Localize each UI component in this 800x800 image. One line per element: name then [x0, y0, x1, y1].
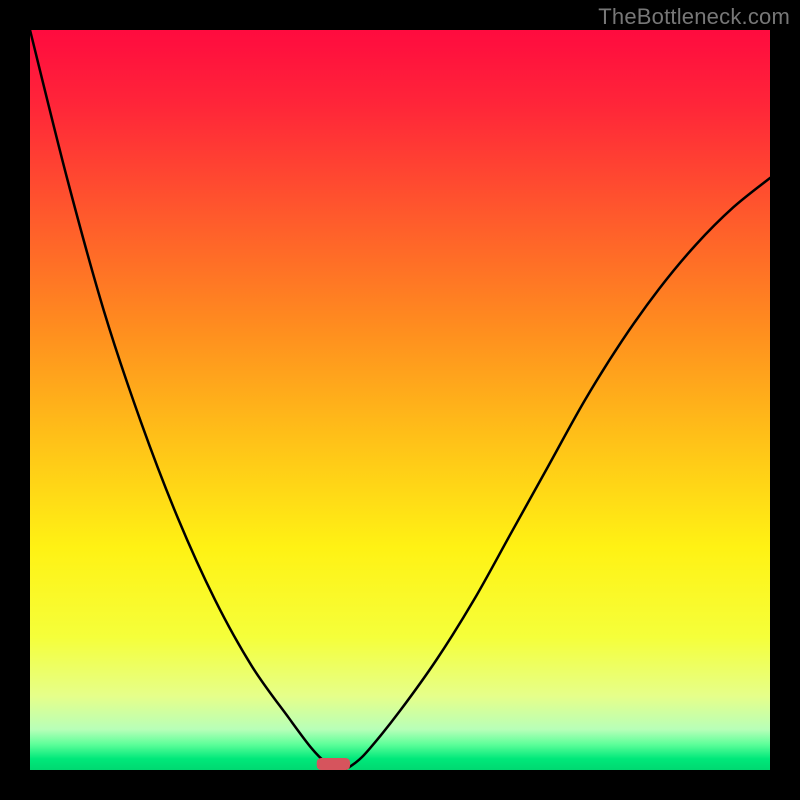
optimal-marker: [317, 758, 350, 770]
watermark-text: TheBottleneck.com: [598, 4, 790, 30]
bottleneck-plot: [30, 30, 770, 770]
plot-background: [30, 30, 770, 770]
chart-frame: TheBottleneck.com: [0, 0, 800, 800]
